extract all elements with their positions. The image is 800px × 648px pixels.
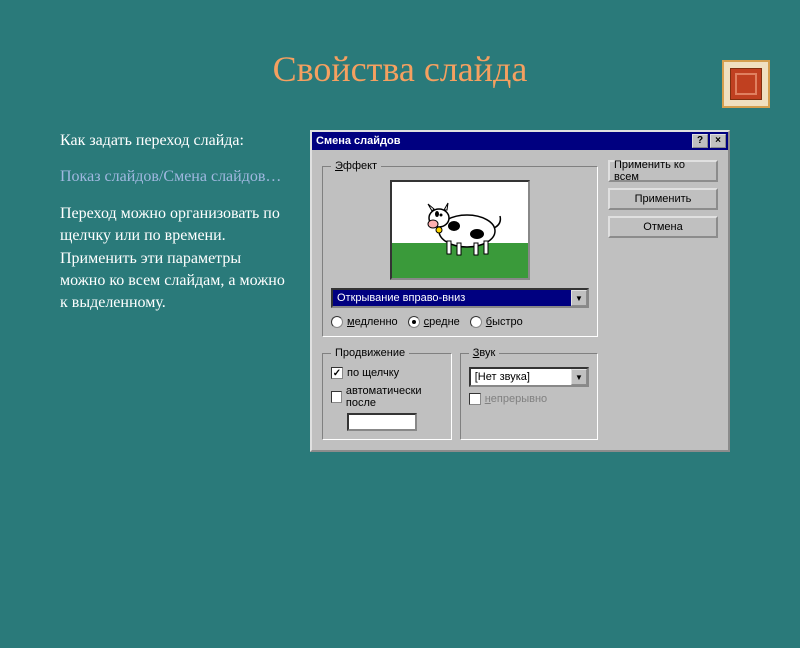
dropdown-arrow-icon[interactable] <box>571 290 587 306</box>
slide-decoration-icon <box>722 60 770 108</box>
speed-medium-radio[interactable]: средне <box>408 316 460 328</box>
sound-selected: [Нет звука] <box>471 369 571 385</box>
slide-body-text: Как задать переход слайда: Показ слайдов… <box>60 130 290 452</box>
advance-group: Продвижение по щелчку автоматически посл… <box>322 347 452 440</box>
effect-legend: Эффект <box>331 160 381 172</box>
advance-legend: Продвижение <box>331 347 409 359</box>
apply-button[interactable]: Применить <box>608 188 718 210</box>
cancel-button[interactable]: Отмена <box>608 216 718 238</box>
apply-all-button[interactable]: Применить ко всем <box>608 160 718 182</box>
speed-slow-radio[interactable]: медленно <box>331 316 398 328</box>
effect-preview <box>390 180 530 280</box>
advance-time-input[interactable] <box>347 413 417 431</box>
effect-selected: Открывание вправо-вниз <box>333 290 571 306</box>
effect-dropdown[interactable]: Открывание вправо-вниз <box>331 288 589 308</box>
sound-legend: Звук <box>469 347 500 359</box>
text-intro: Как задать переход слайда: <box>60 130 290 152</box>
advance-on-click-checkbox[interactable]: по щелчку <box>331 367 443 379</box>
sound-group: Звук [Нет звука] непрерывно <box>460 347 598 440</box>
dialog-titlebar[interactable]: Смена слайдов ? × <box>312 132 728 150</box>
effect-group: Эффект <box>322 160 598 337</box>
dropdown-arrow-icon[interactable] <box>571 369 587 385</box>
dialog-slide-transition: Смена слайдов ? × Эффект <box>310 130 730 452</box>
slide-title: Свойства слайда <box>0 48 800 90</box>
close-button[interactable]: × <box>710 134 726 148</box>
help-button[interactable]: ? <box>692 134 708 148</box>
speed-fast-radio[interactable]: быстро <box>470 316 523 328</box>
text-description: Переход можно организовать по щелчку или… <box>60 203 290 315</box>
sound-loop-checkbox: непрерывно <box>469 393 589 405</box>
dialog-title: Смена слайдов <box>316 135 690 147</box>
text-menu-path: Показ слайдов/Смена слайдов… <box>60 166 290 188</box>
cow-icon <box>422 196 507 256</box>
advance-auto-checkbox[interactable]: автоматически после <box>331 385 443 409</box>
sound-dropdown[interactable]: [Нет звука] <box>469 367 589 387</box>
